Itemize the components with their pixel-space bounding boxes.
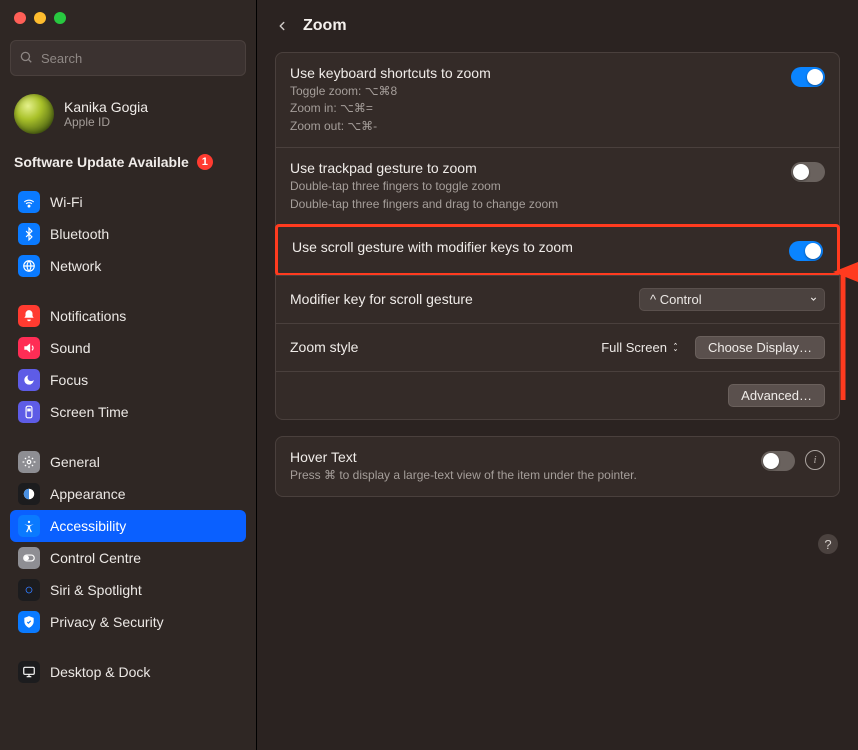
controlcentre-icon xyxy=(18,547,40,569)
siri-icon xyxy=(18,579,40,601)
hover-text-title: Hover Text xyxy=(290,449,749,465)
sidebar-item-label: Desktop & Dock xyxy=(50,664,150,680)
zoom-style-value: Full Screen xyxy=(601,340,667,355)
sound-icon xyxy=(18,337,40,359)
hover-text-sub: Press ⌘ to display a large-text view of … xyxy=(290,467,749,484)
zoom-style-label: Zoom style xyxy=(290,339,579,355)
sidebar-item-privacy[interactable]: Privacy & Security xyxy=(10,606,246,638)
update-badge: 1 xyxy=(197,154,213,170)
kb-shortcut-toggle[interactable] xyxy=(791,67,825,87)
scroll-gesture-title: Use scroll gesture with modifier keys to… xyxy=(292,239,777,255)
back-button[interactable] xyxy=(275,16,289,36)
sidebar-item-accessibility[interactable]: Accessibility xyxy=(10,510,246,542)
chevron-updown-icon xyxy=(672,342,679,353)
sidebar-item-wifi[interactable]: Wi-Fi xyxy=(10,186,246,218)
page-title: Zoom xyxy=(303,17,347,35)
search-field[interactable] xyxy=(10,40,246,76)
kb-shortcut-sub: Toggle zoom: ⌥⌘8 Zoom in: ⌥⌘= Zoom out: … xyxy=(290,83,779,135)
wifi-icon xyxy=(18,191,40,213)
software-update-row[interactable]: Software Update Available 1 xyxy=(10,148,246,182)
advanced-button[interactable]: Advanced… xyxy=(728,384,825,407)
accessibility-icon xyxy=(18,515,40,537)
close-window-button[interactable] xyxy=(14,12,26,24)
main-content: Zoom Use keyboard shortcuts to zoom Togg… xyxy=(257,0,858,750)
zoom-settings-panel: Use keyboard shortcuts to zoom Toggle zo… xyxy=(275,52,840,420)
sidebar-item-label: Accessibility xyxy=(50,518,126,534)
user-name: Kanika Gogia xyxy=(64,99,148,115)
info-icon[interactable]: i xyxy=(805,450,825,470)
search-input[interactable] xyxy=(39,50,237,67)
minimize-window-button[interactable] xyxy=(34,12,46,24)
sidebar-item-siri[interactable]: Siri & Spotlight xyxy=(10,574,246,606)
chevron-down-icon xyxy=(809,295,818,304)
bluetooth-icon xyxy=(18,223,40,245)
sidebar-item-label: Notifications xyxy=(50,308,126,324)
help-button[interactable]: ? xyxy=(818,534,838,554)
zoom-style-select[interactable]: Full Screen xyxy=(591,337,685,358)
notifications-icon xyxy=(18,305,40,327)
sidebar-item-bluetooth[interactable]: Bluetooth xyxy=(10,218,246,250)
scroll-gesture-row: Use scroll gesture with modifier keys to… xyxy=(275,224,840,276)
trackpad-toggle[interactable] xyxy=(791,162,825,182)
update-label: Software Update Available xyxy=(14,154,189,170)
kb-shortcut-title: Use keyboard shortcuts to zoom xyxy=(290,65,779,81)
sidebar-item-network[interactable]: Network xyxy=(10,250,246,282)
hover-text-panel: Hover Text Press ⌘ to display a large-te… xyxy=(275,436,840,497)
sidebar-item-label: Privacy & Security xyxy=(50,614,164,630)
apple-id-row[interactable]: Kanika Gogia Apple ID xyxy=(10,90,246,148)
sidebar-item-label: General xyxy=(50,454,100,470)
nav: Wi-Fi Bluetooth Network Notifications Sound F… xyxy=(10,182,246,688)
sidebar-item-notifications[interactable]: Notifications xyxy=(10,300,246,332)
sidebar-item-screentime[interactable]: Screen Time xyxy=(10,396,246,428)
appearance-icon xyxy=(18,483,40,505)
search-icon xyxy=(19,50,39,67)
sidebar: Kanika Gogia Apple ID Software Update Av… xyxy=(0,0,257,750)
general-icon xyxy=(18,451,40,473)
desktop-icon xyxy=(18,661,40,683)
choose-display-button[interactable]: Choose Display… xyxy=(695,336,825,359)
sidebar-item-focus[interactable]: Focus xyxy=(10,364,246,396)
sidebar-item-desktop[interactable]: Desktop & Dock xyxy=(10,656,246,688)
sidebar-item-label: Appearance xyxy=(50,486,126,502)
hover-text-toggle[interactable] xyxy=(761,451,795,471)
sidebar-item-controlcentre[interactable]: Control Centre xyxy=(10,542,246,574)
sidebar-item-label: Sound xyxy=(50,340,90,356)
sidebar-item-appearance[interactable]: Appearance xyxy=(10,478,246,510)
sidebar-item-label: Screen Time xyxy=(50,404,129,420)
sidebar-item-label: Focus xyxy=(50,372,88,388)
avatar xyxy=(14,94,54,134)
sidebar-item-label: Wi-Fi xyxy=(50,194,83,210)
sidebar-item-label: Network xyxy=(50,258,101,274)
trackpad-title: Use trackpad gesture to zoom xyxy=(290,160,779,176)
network-icon xyxy=(18,255,40,277)
fullscreen-window-button[interactable] xyxy=(54,12,66,24)
sidebar-item-sound[interactable]: Sound xyxy=(10,332,246,364)
focus-icon xyxy=(18,369,40,391)
sidebar-item-label: Siri & Spotlight xyxy=(50,582,142,598)
modifier-key-select[interactable]: ^ Control xyxy=(639,288,825,311)
sidebar-item-general[interactable]: General xyxy=(10,446,246,478)
modifier-key-value: ^ Control xyxy=(650,292,702,307)
privacy-icon xyxy=(18,611,40,633)
window-controls xyxy=(10,12,246,24)
trackpad-sub: Double-tap three fingers to toggle zoom … xyxy=(290,178,779,213)
modifier-key-label: Modifier key for scroll gesture xyxy=(290,291,627,307)
sidebar-item-label: Bluetooth xyxy=(50,226,109,242)
user-sub: Apple ID xyxy=(64,115,148,129)
screentime-icon xyxy=(18,401,40,423)
scroll-gesture-toggle[interactable] xyxy=(789,241,823,261)
sidebar-item-label: Control Centre xyxy=(50,550,141,566)
